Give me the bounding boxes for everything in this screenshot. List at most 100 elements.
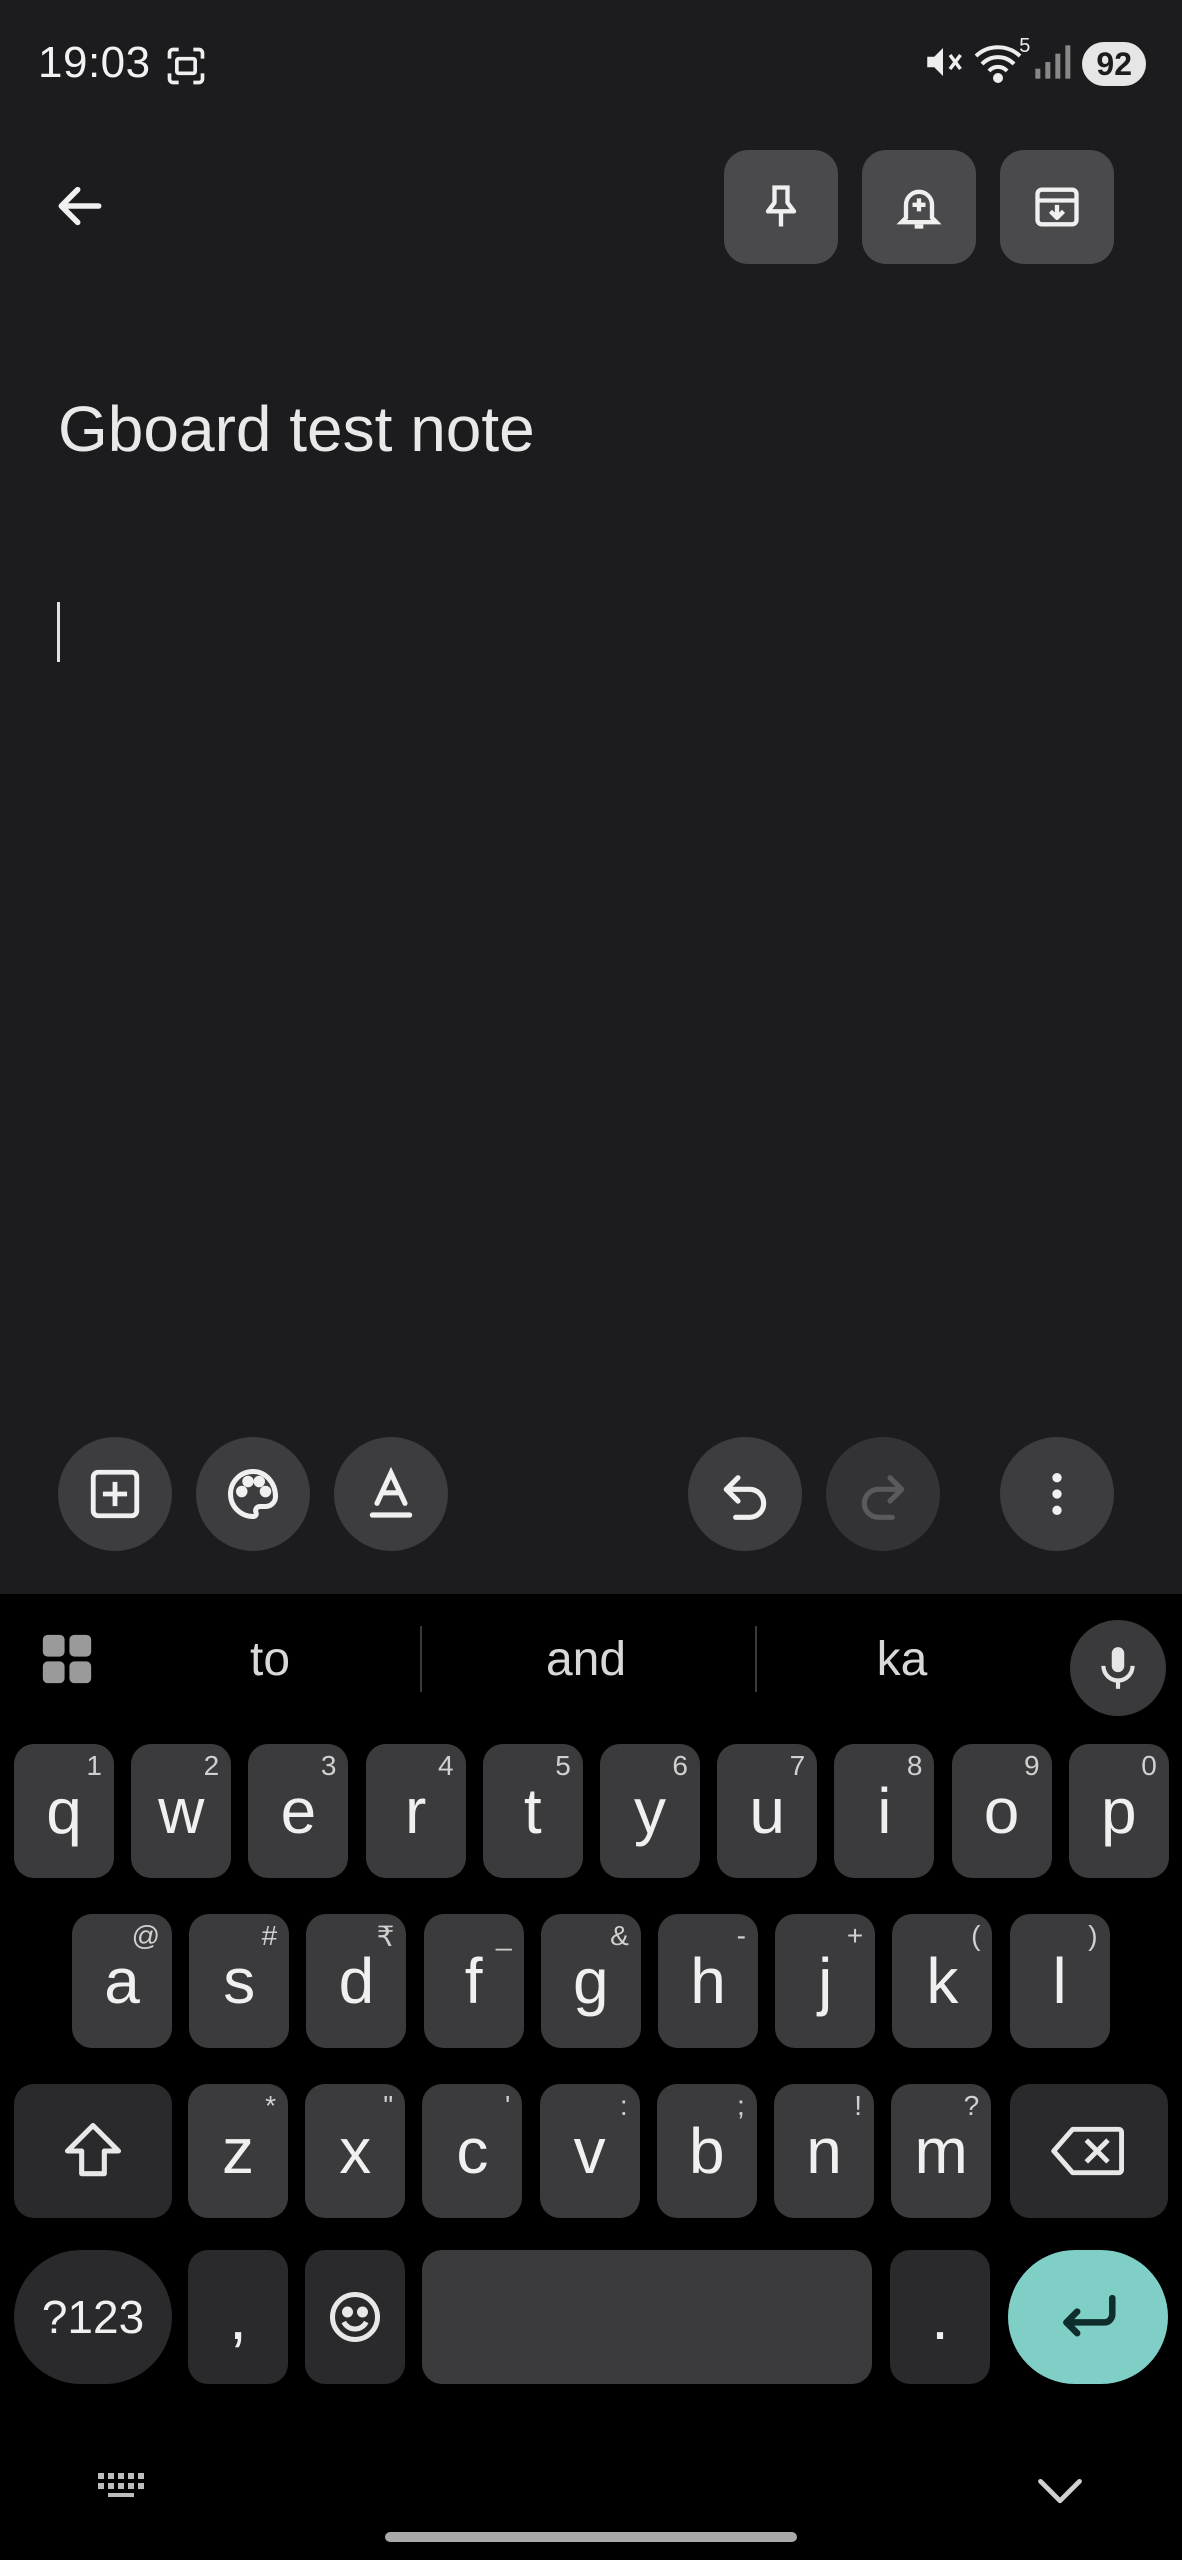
key-label: r (404, 1775, 427, 1847)
key-label: t (523, 1775, 542, 1847)
home-indicator[interactable] (385, 2532, 797, 2542)
pin-button[interactable] (724, 150, 838, 264)
backspace-icon (1051, 2126, 1125, 2176)
archive-button[interactable] (1000, 150, 1114, 264)
archive-icon (1035, 187, 1079, 227)
key-hint: 4 (438, 1750, 454, 1781)
period-key[interactable]: . (890, 2250, 990, 2384)
emoji-key[interactable] (305, 2250, 405, 2384)
pin-icon (765, 185, 797, 227)
key-m[interactable]: m? (891, 2084, 992, 2218)
key-s[interactable]: s # (189, 1914, 290, 2048)
key-label: u (749, 1775, 785, 1847)
suggestion-1[interactable]: to (120, 1632, 420, 1687)
screenshot-indicator-icon (164, 44, 208, 88)
key-hint: ? (963, 2090, 980, 2121)
key-a[interactable]: a @ (72, 1914, 172, 2048)
status-icons: 5 92 (922, 35, 1146, 90)
suggestion-divider (420, 1626, 422, 1692)
key-hint: 2 (203, 1750, 220, 1781)
key-hint: 8 (906, 1750, 923, 1781)
key-y[interactable]: y6 (600, 1744, 700, 1878)
key-r[interactable]: r4 (365, 1744, 466, 1878)
key-label: o (983, 1775, 1020, 1847)
note-title[interactable]: Gboard test note (58, 392, 535, 466)
space-key[interactable] (422, 2250, 872, 2384)
enter-icon (1063, 2294, 1116, 2337)
key-o[interactable]: o9 (951, 1744, 1052, 1878)
suggestion-3[interactable]: ka (752, 1632, 1052, 1687)
key-u[interactable]: u7 (717, 1744, 818, 1878)
key-c[interactable]: c ' (422, 2084, 523, 2218)
key-hint: ₹ (376, 1921, 395, 1952)
back-button[interactable] (40, 166, 120, 246)
key-label: l (1052, 1945, 1067, 2017)
add-content-button[interactable] (58, 1437, 172, 1551)
key-hint: 3 (320, 1750, 337, 1781)
chevron-down-icon[interactable] (1034, 2470, 1086, 2515)
comma-key[interactable]: , (188, 2250, 288, 2384)
suggestion-2[interactable]: and (436, 1632, 736, 1687)
key-label: m (914, 2115, 968, 2187)
more-options-button[interactable] (1000, 1437, 1114, 1551)
gboard-keyboard: to and ka q 1 w 2 e 3 r 4 t 5 y 6 u 7 i 8 o 9 p 0 a @ s # d ₹ f _ g &… (0, 1594, 1182, 2560)
shift-key[interactable] (14, 2084, 172, 2218)
key-b[interactable]: b; (656, 2084, 757, 2218)
mute-icon (922, 41, 964, 88)
signal-icon (1032, 42, 1072, 87)
reminder-button[interactable] (862, 150, 976, 264)
key-label: i (877, 1775, 892, 1847)
voice-input-button[interactable] (1070, 1620, 1166, 1716)
key-hint: - (736, 1920, 746, 1951)
key-j[interactable]: j + (775, 1914, 876, 2048)
wifi-icon: 5 (974, 35, 1030, 88)
key-l[interactable]: l) (1009, 1914, 1110, 2048)
key-label: p (1101, 1775, 1137, 1847)
battery-indicator: 92 (1082, 42, 1146, 86)
key-hint: + (846, 1920, 864, 1951)
text-format-button[interactable] (334, 1437, 448, 1551)
key-hint: # (261, 1920, 278, 1951)
key-z[interactable]: z * (188, 2084, 288, 2218)
arrow-left-icon (58, 186, 102, 226)
suggestion-strip: to and ka (0, 1594, 1182, 1724)
key-t[interactable]: t5 (482, 1744, 583, 1878)
key-label: k (926, 1945, 959, 2017)
key-i[interactable]: i8 (834, 1744, 935, 1878)
keyboard-icon[interactable] (96, 2468, 152, 2507)
key-label: q (46, 1775, 82, 1847)
undo-button[interactable] (688, 1437, 802, 1551)
key-hint: 7 (789, 1750, 806, 1781)
key-hint: 5 (555, 1750, 571, 1781)
more-vert-icon (1052, 1473, 1062, 1515)
enter-key[interactable] (1008, 2250, 1168, 2384)
background-options-button[interactable] (196, 1437, 310, 1551)
key-hint: 1 (86, 1750, 102, 1781)
grid-icon[interactable] (38, 1630, 96, 1693)
key-label: h (690, 1945, 726, 2017)
key-q[interactable]: q1 (14, 1744, 114, 1878)
key-label: n (806, 2115, 842, 2187)
key-w[interactable]: w2 (131, 1744, 232, 1878)
key-hint: ) (1088, 1920, 1098, 1951)
note-body-caret[interactable] (57, 602, 60, 662)
key-hint: ! (854, 2090, 862, 2121)
key-hint: ( (971, 1920, 981, 1951)
key-g[interactable]: g & (540, 1914, 641, 2048)
key-n[interactable]: n! (774, 2084, 874, 2218)
key-hint: 6 (672, 1750, 688, 1781)
symbols-key[interactable]: ?123 (14, 2250, 172, 2384)
key-f[interactable]: f _ (423, 1914, 524, 2048)
redo-button[interactable] (826, 1437, 940, 1551)
key-p[interactable]: p0 (1068, 1744, 1169, 1878)
key-k[interactable]: k( (892, 1914, 993, 2048)
key-e[interactable]: e3 (248, 1744, 349, 1878)
key-hint: : (619, 2090, 628, 2121)
backspace-key[interactable] (1010, 2084, 1168, 2218)
redo-icon (861, 1475, 905, 1520)
key-d[interactable]: d ₹ (306, 1914, 407, 2048)
shift-icon (64, 2122, 122, 2177)
key-h[interactable]: h- (658, 1914, 758, 2048)
key-x[interactable]: x " (305, 2084, 406, 2218)
key-v[interactable]: v: (539, 2084, 640, 2218)
